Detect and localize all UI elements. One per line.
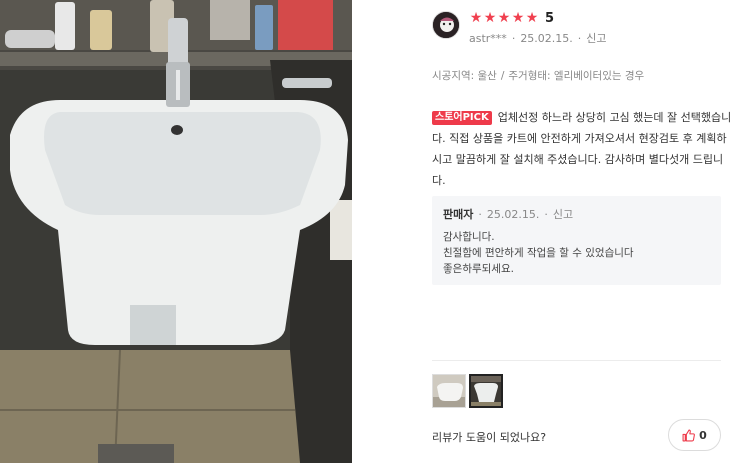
meta-dot: ·: [478, 208, 482, 221]
reply-report-link[interactable]: 신고: [553, 208, 573, 221]
thumbnail-1[interactable]: [432, 374, 466, 408]
like-count: 0: [699, 428, 707, 442]
meta-dot: ·: [544, 208, 548, 221]
rating-stars: ★ ★ ★ ★ ★ 5: [469, 10, 554, 26]
review-attributes: 시공지역: 울산 / 주거형태: 엘리베이터있는 경우: [432, 68, 644, 83]
thumbnail-image: [471, 376, 501, 406]
seller-reply: 판매자 · 25.02.15. · 신고 감사합니다. 친절함에 편안하게 작업을 할 …: [432, 196, 721, 285]
rating-score: 5: [545, 10, 555, 26]
avatar[interactable]: [432, 11, 460, 39]
star-icon: ★: [525, 10, 539, 26]
spacer: [352, 0, 379, 463]
reply-line: 감사합니다.: [443, 231, 495, 243]
reply-text: 감사합니다. 친절함에 편안하게 작업을 할 수 있었습니다 좋은하루되세요.: [443, 229, 710, 277]
sink-photo-illustration: [0, 0, 352, 463]
attr-housing: 주거형태: 엘리베이터있는 경우: [508, 70, 645, 82]
thumbnail-image: [433, 375, 465, 407]
like-button[interactable]: 0: [668, 419, 721, 451]
review-date: 25.02.15.: [520, 32, 573, 45]
star-icon: ★: [511, 10, 525, 26]
attr-separator: /: [500, 70, 505, 82]
star-icon: ★: [469, 10, 483, 26]
photo-thumbnails: [432, 374, 503, 408]
thumbs-up-icon: [682, 429, 696, 441]
seller-label: 판매자: [443, 208, 474, 221]
review-panel: ★ ★ ★ ★ ★ 5 astr*** · 25.02.15. · 신고 시공지역: 울…: [379, 0, 743, 463]
review-text: 스토어PICK 업체선정 하느라 상당히 고심 했는데 잘 선택했습니다. 직접 …: [432, 107, 732, 191]
helpful-question: 리뷰가 도움이 되었나요?: [432, 431, 547, 444]
store-pick-badge: 스토어PICK: [432, 111, 492, 125]
avatar-image: [433, 12, 459, 38]
reply-date: 25.02.15.: [486, 208, 540, 221]
thumbnail-2[interactable]: [469, 374, 503, 408]
meta-dot: ·: [511, 32, 516, 45]
meta-dot: ·: [577, 32, 582, 45]
reply-line: 좋은하루되세요.: [443, 263, 514, 275]
attr-region: 시공지역: 울산: [432, 70, 497, 82]
review-photo[interactable]: [0, 0, 352, 463]
divider: [432, 360, 721, 361]
author-name: astr***: [469, 32, 507, 45]
review-meta: astr*** · 25.02.15. · 신고: [469, 30, 607, 46]
report-link[interactable]: 신고: [586, 32, 606, 45]
review-detail: ★ ★ ★ ★ ★ 5 astr*** · 25.02.15. · 신고 시공지역: 울…: [0, 0, 743, 463]
reply-line: 친절함에 편안하게 작업을 할 수 있었습니다: [443, 247, 634, 259]
reply-meta: 판매자 · 25.02.15. · 신고: [443, 206, 710, 222]
star-icon: ★: [497, 10, 511, 26]
star-icon: ★: [483, 10, 497, 26]
